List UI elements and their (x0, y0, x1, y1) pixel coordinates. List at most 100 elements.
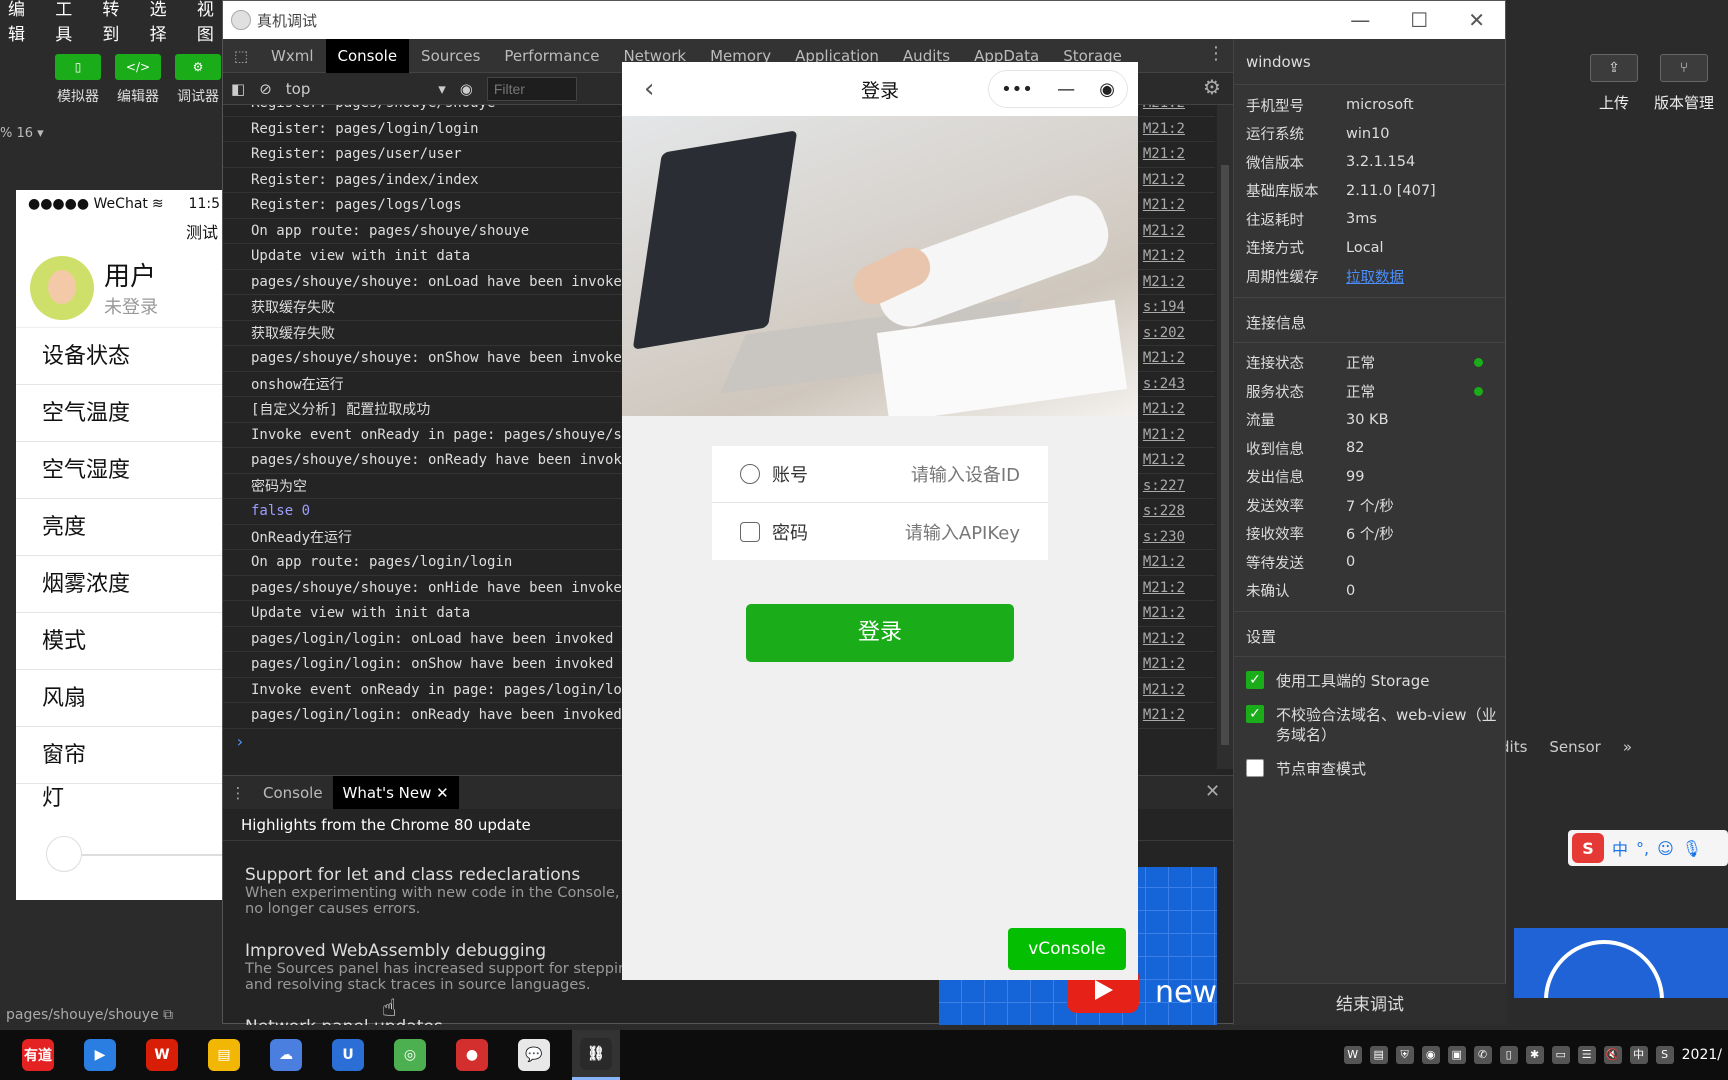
sim-row[interactable]: 模式 (16, 613, 222, 670)
tab-wxml[interactable]: Wxml (259, 39, 326, 73)
taskbar-app[interactable]: W (138, 1030, 186, 1080)
console-source-link[interactable]: s:243 (1143, 376, 1185, 392)
tray-icon[interactable]: ▭ (1551, 1046, 1570, 1064)
zoom-select[interactable]: % 16 ▾ (0, 126, 44, 141)
console-source-link[interactable]: M21:2 (1143, 350, 1185, 366)
console-source-link[interactable]: M21:2 (1143, 223, 1185, 239)
light-slider[interactable] (16, 814, 222, 874)
console-source-link[interactable]: M21:2 (1143, 631, 1185, 647)
console-source-link[interactable]: s:230 (1143, 529, 1185, 545)
user-card[interactable]: 用户 未登录 (16, 248, 222, 328)
sim-row[interactable]: 空气温度 (16, 385, 222, 442)
vconsole-button[interactable]: vConsole (1008, 928, 1126, 970)
checkbox[interactable] (1246, 759, 1264, 777)
tab-sources[interactable]: Sources (409, 39, 492, 73)
tray-icon[interactable]: 中 (1629, 1046, 1648, 1064)
console-source-link[interactable]: M21:2 (1143, 605, 1185, 621)
back-icon[interactable]: ‹ (644, 74, 654, 104)
taskbar-app[interactable]: ▤ (200, 1030, 248, 1080)
drawer-tab[interactable]: What's New ✕ (332, 775, 459, 810)
taskbar-app[interactable]: 💬 (510, 1030, 558, 1080)
drawer-tab[interactable]: Console (253, 776, 333, 810)
tray-icon[interactable]: W (1343, 1046, 1362, 1064)
sim-row[interactable]: 风扇 (16, 670, 222, 727)
clear-console-icon[interactable]: ⊘ (259, 80, 272, 98)
end-debug-button[interactable]: 结束调试 (1234, 983, 1506, 1025)
eye-icon[interactable]: ◉ (460, 80, 473, 98)
context-select[interactable]: top ▾ (286, 80, 446, 98)
console-source-link[interactable]: s:194 (1143, 299, 1185, 315)
console-source-link[interactable]: s:228 (1143, 503, 1185, 519)
ime-lang[interactable]: 中 (1612, 836, 1628, 860)
mic-icon[interactable]: 🎙 (1682, 839, 1702, 858)
emoji-icon[interactable]: ☺ (1657, 839, 1674, 858)
tray-icon[interactable]: ▣ (1447, 1046, 1466, 1064)
tray-icon[interactable]: 🔇 (1603, 1046, 1622, 1064)
console-source-link[interactable]: M21:2 (1143, 401, 1185, 417)
taskbar-app[interactable]: U (324, 1030, 372, 1080)
toolbar-button[interactable]: ⚙ 调试器 (172, 54, 224, 106)
drawer-menu-icon[interactable]: ⋮ (223, 784, 253, 802)
ime-punct[interactable]: °, (1636, 839, 1649, 858)
checkbox[interactable]: ✓ (1246, 671, 1264, 689)
menu-item[interactable]: 选择 (150, 0, 183, 45)
tab-console[interactable]: Console (325, 38, 410, 73)
console-source-link[interactable]: M21:2 (1143, 248, 1185, 264)
password-input[interactable]: 请输入APIKey (905, 519, 1020, 545)
password-field[interactable]: 密码 请输入APIKey (712, 503, 1048, 560)
minimize-button[interactable]: — (1350, 8, 1370, 32)
tray-icon[interactable]: ▤ (1369, 1046, 1388, 1064)
tray-icon[interactable]: ◉ (1421, 1046, 1440, 1064)
slider-knob[interactable] (46, 836, 82, 872)
console-scrollbar[interactable] (1217, 105, 1233, 769)
console-source-link[interactable]: M21:2 (1143, 452, 1185, 468)
checkbox[interactable]: ✓ (1246, 705, 1264, 723)
sim-row[interactable]: 灯 (16, 784, 222, 814)
taskbar-app[interactable]: 有道 (14, 1030, 62, 1080)
console-source-link[interactable]: M21:2 (1143, 146, 1185, 162)
tray-icon[interactable]: ▯ (1499, 1046, 1518, 1064)
menu-item[interactable]: 编辑 (8, 0, 41, 45)
minimize-icon[interactable]: — (1057, 79, 1075, 100)
copy-icon[interactable]: ⧉ (163, 1007, 173, 1023)
sim-row[interactable]: 空气湿度 (16, 442, 222, 499)
right-panel-tab[interactable]: » (1623, 738, 1632, 756)
tray-icon[interactable]: ☰ (1577, 1046, 1596, 1064)
right-panel-tab[interactable]: Sensor (1549, 738, 1600, 756)
sim-row[interactable]: 设备状态 (16, 328, 222, 385)
console-source-link[interactable]: M21:2 (1143, 427, 1185, 443)
right-tool-button[interactable]: ⇪ 上传 (1590, 54, 1638, 113)
console-source-link[interactable]: M21:2 (1143, 656, 1185, 672)
account-field[interactable]: 账号 请输入设备ID (712, 446, 1048, 503)
tray-icon[interactable]: S (1655, 1046, 1674, 1064)
more-icon[interactable]: ⋮ (1207, 43, 1225, 64)
console-source-link[interactable]: M21:2 (1143, 274, 1185, 290)
console-source-link[interactable]: M21:2 (1143, 554, 1185, 570)
ime-toolbar[interactable]: S 中 °, ☺ 🎙 (1568, 830, 1728, 866)
sidebar-toggle-icon[interactable]: ◧ (231, 80, 245, 98)
console-source-link[interactable]: M21:2 (1143, 707, 1185, 723)
tray-icon[interactable]: ⛨ (1395, 1046, 1414, 1064)
login-button[interactable]: 登录 (746, 604, 1014, 662)
toolbar-button[interactable]: </> 编辑器 (112, 54, 164, 106)
tab-close-icon[interactable]: ✕ (431, 784, 449, 802)
console-source-link[interactable]: s:202 (1143, 325, 1185, 341)
setting-checkbox-row[interactable]: ✓ 不校验合法域名、web-view（业务域名） (1234, 691, 1505, 745)
tray-icon[interactable]: ✆ (1473, 1046, 1492, 1064)
console-source-link[interactable]: M21:2 (1143, 121, 1185, 137)
scrollbar-thumb[interactable] (1221, 165, 1229, 745)
tab-performance[interactable]: Performance (492, 39, 611, 73)
inspect-icon[interactable]: ⬚ (223, 47, 259, 65)
menu-item[interactable]: 工具 (55, 0, 88, 45)
taskbar-app[interactable]: ⛓ (572, 1030, 620, 1080)
console-source-link[interactable]: M21:2 (1143, 580, 1185, 596)
close-button[interactable]: ✕ (1468, 8, 1485, 32)
toolbar-button[interactable]: ▯ 模拟器 (52, 54, 104, 106)
console-source-link[interactable]: M21:2 (1143, 197, 1185, 213)
taskbar-app[interactable]: ▶ (76, 1030, 124, 1080)
console-source-link[interactable]: M21:2 (1143, 105, 1185, 111)
sim-row[interactable]: 亮度 (16, 499, 222, 556)
setting-checkbox-row[interactable]: 节点审查模式 (1234, 745, 1505, 779)
maximize-button[interactable]: ☐ (1410, 8, 1428, 32)
right-tool-button[interactable]: ⑂ 版本管理 (1654, 54, 1714, 113)
